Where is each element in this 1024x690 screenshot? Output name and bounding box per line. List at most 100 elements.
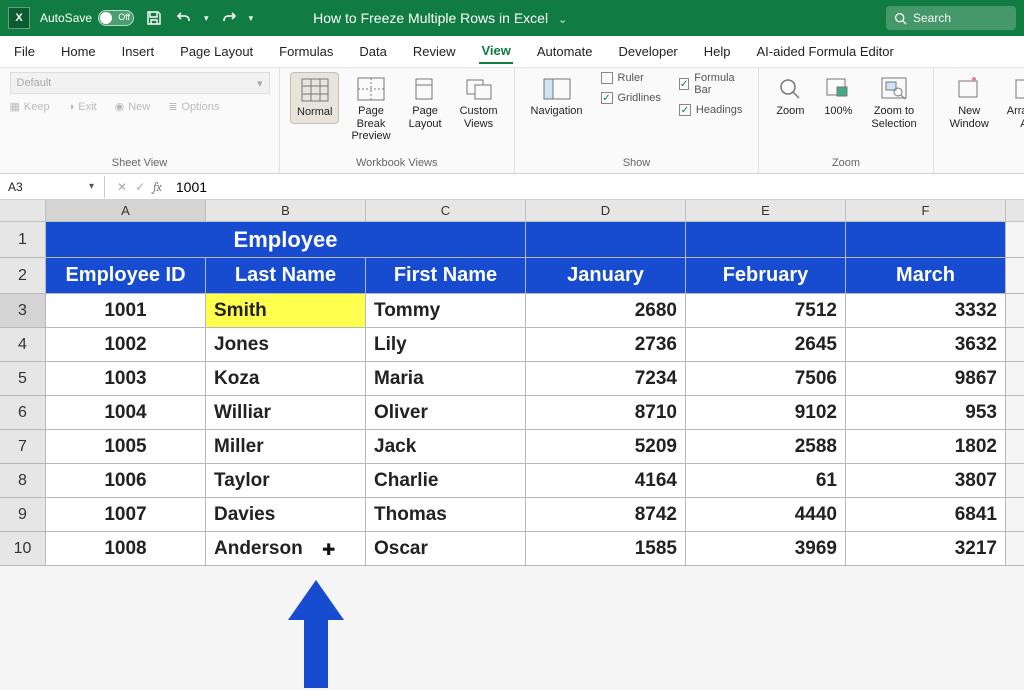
formula-input[interactable]	[170, 176, 1024, 198]
arrange-all-button[interactable]: Arrange All	[1001, 72, 1024, 134]
hdr-first-name[interactable]: First Name	[366, 258, 526, 293]
cell-mar[interactable]: 6841	[846, 498, 1006, 531]
col-header-f[interactable]: F	[846, 200, 1006, 221]
tab-page-layout[interactable]: Page Layout	[178, 40, 255, 63]
cell-mar[interactable]: 9867	[846, 362, 1006, 395]
cell-lastname[interactable]: Jones	[206, 328, 366, 361]
hdr-february[interactable]: February	[686, 258, 846, 293]
cell-firstname[interactable]: Oscar	[366, 532, 526, 565]
search-input[interactable]	[913, 11, 993, 25]
tab-developer[interactable]: Developer	[617, 40, 680, 63]
tab-review[interactable]: Review	[411, 40, 458, 63]
cell-feb[interactable]: 7512	[686, 294, 846, 327]
cell-jan[interactable]: 5209	[526, 430, 686, 463]
cancel-formula-icon[interactable]: ✕	[117, 180, 127, 194]
cell-lastname[interactable]: Koza	[206, 362, 366, 395]
row-header[interactable]: 3	[0, 294, 46, 327]
cell-lastname[interactable]: Davies	[206, 498, 366, 531]
cell-id[interactable]: 1002	[46, 328, 206, 361]
select-all-corner[interactable]	[0, 200, 46, 221]
name-box[interactable]: A3 ▾	[2, 176, 100, 198]
cell-firstname[interactable]: Charlie	[366, 464, 526, 497]
redo-dropdown-icon[interactable]: ▾	[249, 13, 254, 24]
cell-id[interactable]: 1001	[46, 294, 206, 327]
col-header-a[interactable]: A	[46, 200, 206, 221]
cell-jan[interactable]: 4164	[526, 464, 686, 497]
autosave-toggle-area[interactable]: AutoSave Off	[40, 10, 134, 26]
zoom-100-button[interactable]: 100%	[817, 72, 859, 122]
col-header-d[interactable]: D	[526, 200, 686, 221]
cell-feb[interactable]: 7506	[686, 362, 846, 395]
cell-mar[interactable]: 3332	[846, 294, 1006, 327]
tab-help[interactable]: Help	[702, 40, 733, 63]
check-gridlines[interactable]: ✓Gridlines	[601, 92, 661, 104]
navigation-button[interactable]: Navigation	[525, 72, 589, 122]
fx-icon[interactable]: fx	[153, 180, 162, 194]
tab-view[interactable]: View	[479, 39, 512, 64]
cell-lastname[interactable]: Smith	[206, 294, 366, 327]
cell-lastname[interactable]: Miller	[206, 430, 366, 463]
cell-firstname[interactable]: Tommy	[366, 294, 526, 327]
check-headings[interactable]: ✓Headings	[679, 104, 742, 116]
cell-feb[interactable]: 2645	[686, 328, 846, 361]
cell-jan[interactable]: 1585	[526, 532, 686, 565]
row-header[interactable]: 1	[0, 222, 46, 257]
autosave-toggle[interactable]: Off	[98, 10, 134, 26]
cell-mar[interactable]: 953	[846, 396, 1006, 429]
col-header-e[interactable]: E	[686, 200, 846, 221]
hdr-last-name[interactable]: Last Name	[206, 258, 366, 293]
cell-firstname[interactable]: Maria	[366, 362, 526, 395]
row-header[interactable]: 5	[0, 362, 46, 395]
tab-insert[interactable]: Insert	[120, 40, 157, 63]
cell-jan[interactable]: 2736	[526, 328, 686, 361]
cell-mar[interactable]: 1802	[846, 430, 1006, 463]
zoom-button[interactable]: Zoom	[769, 72, 811, 122]
row-header[interactable]: 2	[0, 258, 46, 293]
col-header-b[interactable]: B	[206, 200, 366, 221]
sheetview-select[interactable]: Default▾	[10, 72, 270, 94]
cell-jan[interactable]: 7234	[526, 362, 686, 395]
cell-id[interactable]: 1005	[46, 430, 206, 463]
employee-title[interactable]: Employee	[46, 222, 526, 257]
document-title[interactable]: How to Freeze Multiple Rows in Excel ⌄	[313, 10, 567, 26]
cell[interactable]	[526, 222, 686, 257]
cell-id[interactable]: 1007	[46, 498, 206, 531]
enter-formula-icon[interactable]: ✓	[135, 180, 145, 194]
cell-lastname[interactable]: Anderson	[206, 532, 366, 565]
row-header[interactable]: 6	[0, 396, 46, 429]
cell[interactable]	[686, 222, 846, 257]
cell-firstname[interactable]: Lily	[366, 328, 526, 361]
undo-dropdown-icon[interactable]: ▾	[204, 13, 209, 24]
cell[interactable]	[846, 222, 1006, 257]
cell-feb[interactable]: 3969	[686, 532, 846, 565]
new-window-button[interactable]: New Window	[944, 72, 995, 134]
cell-lastname[interactable]: Williar	[206, 396, 366, 429]
col-header-c[interactable]: C	[366, 200, 526, 221]
save-icon[interactable]	[144, 8, 164, 28]
cell-mar[interactable]: 3217	[846, 532, 1006, 565]
tab-file[interactable]: File	[12, 40, 37, 63]
cell-jan[interactable]: 8742	[526, 498, 686, 531]
check-ruler[interactable]: Ruler	[601, 72, 661, 84]
cell-id[interactable]: 1004	[46, 396, 206, 429]
cell-id[interactable]: 1008	[46, 532, 206, 565]
redo-icon[interactable]	[219, 8, 239, 28]
worksheet[interactable]: A B C D E F 1 Employee 2 Employee ID Las…	[0, 200, 1024, 566]
cell-jan[interactable]: 2680	[526, 294, 686, 327]
cell-mar[interactable]: 3807	[846, 464, 1006, 497]
cell-jan[interactable]: 8710	[526, 396, 686, 429]
cell-lastname[interactable]: Taylor	[206, 464, 366, 497]
tab-automate[interactable]: Automate	[535, 40, 595, 63]
cell-feb[interactable]: 61	[686, 464, 846, 497]
cell-firstname[interactable]: Thomas	[366, 498, 526, 531]
row-header[interactable]: 8	[0, 464, 46, 497]
cell-firstname[interactable]: Oliver	[366, 396, 526, 429]
cell-id[interactable]: 1006	[46, 464, 206, 497]
page-layout-button[interactable]: Page Layout	[403, 72, 448, 134]
tab-home[interactable]: Home	[59, 40, 98, 63]
cell-feb[interactable]: 2588	[686, 430, 846, 463]
check-formula-bar[interactable]: ✓Formula Bar	[679, 72, 742, 96]
chevron-down-icon[interactable]: ▾	[89, 181, 94, 192]
cell-mar[interactable]: 3632	[846, 328, 1006, 361]
zoom-selection-button[interactable]: Zoom to Selection	[865, 72, 922, 134]
